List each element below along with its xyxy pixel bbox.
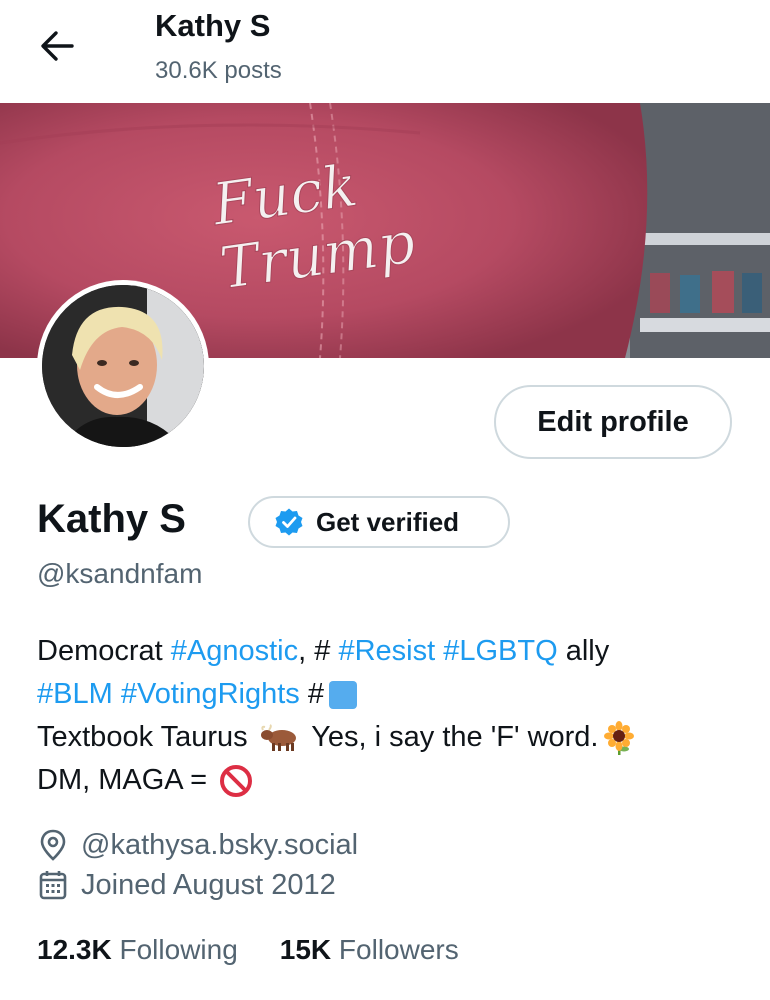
hashtag-link[interactable]: #Agnostic xyxy=(171,630,298,673)
bio-text: , # xyxy=(298,635,339,667)
bio-text: Yes, i say the 'F' word. xyxy=(303,721,599,753)
followers-label: Followers xyxy=(331,934,459,965)
joined-row: Joined August 2012 xyxy=(37,868,336,902)
prohibited-emoji xyxy=(220,764,253,797)
get-verified-button[interactable]: Get verified xyxy=(248,496,510,548)
profile-bio: Democrat #Agnostic , # #Resist #LGBTQ al… xyxy=(37,630,737,802)
location-pin-icon xyxy=(40,829,66,861)
bio-text: Democrat xyxy=(37,635,171,667)
sunflower-emoji xyxy=(603,720,634,755)
page-title: Kathy S xyxy=(155,8,271,43)
following-count: 12.3K xyxy=(37,934,112,965)
blue-square-emoji xyxy=(328,680,357,709)
get-verified-label: Get verified xyxy=(316,506,460,537)
ox-emoji xyxy=(260,723,296,751)
profile-handle: @ksandnfam xyxy=(37,558,203,589)
avatar[interactable] xyxy=(37,280,209,452)
bio-text xyxy=(113,673,121,716)
avatar-photo xyxy=(42,285,204,447)
bio-text: ally xyxy=(557,635,610,667)
calendar-icon xyxy=(39,871,67,900)
back-button[interactable] xyxy=(34,22,82,70)
following-link[interactable]: 12.3K Following xyxy=(37,934,238,966)
hashtag-link[interactable]: #VotingRights xyxy=(121,673,300,716)
top-bar: Kathy S 30.6K posts xyxy=(0,0,770,103)
hashtag-link[interactable]: #BLM xyxy=(37,673,113,716)
location-row: @kathysa.bsky.social xyxy=(37,828,358,862)
arrow-left-icon xyxy=(41,31,74,61)
bio-text: DM, MAGA = xyxy=(37,764,216,796)
joined-date: Joined August 2012 xyxy=(81,868,336,901)
post-count: 30.6K posts xyxy=(155,57,282,84)
following-label: Following xyxy=(111,934,238,965)
profile-name: Kathy S xyxy=(37,497,186,541)
bio-text xyxy=(435,630,443,673)
bio-text: # xyxy=(299,678,324,710)
bio-text: Textbook Taurus xyxy=(37,721,256,753)
verified-badge-icon xyxy=(275,508,303,536)
location-link[interactable]: @kathysa.bsky.social xyxy=(81,829,358,862)
hashtag-link[interactable]: #Resist xyxy=(338,630,435,673)
followers-count: 15K xyxy=(279,934,332,965)
hashtag-link[interactable]: #LGBTQ xyxy=(443,630,557,673)
followers-link[interactable]: 15K Followers xyxy=(280,934,459,966)
follow-stats: 12.3K Following 15K Followers xyxy=(37,934,459,966)
edit-profile-button[interactable]: Edit profile xyxy=(494,385,732,459)
